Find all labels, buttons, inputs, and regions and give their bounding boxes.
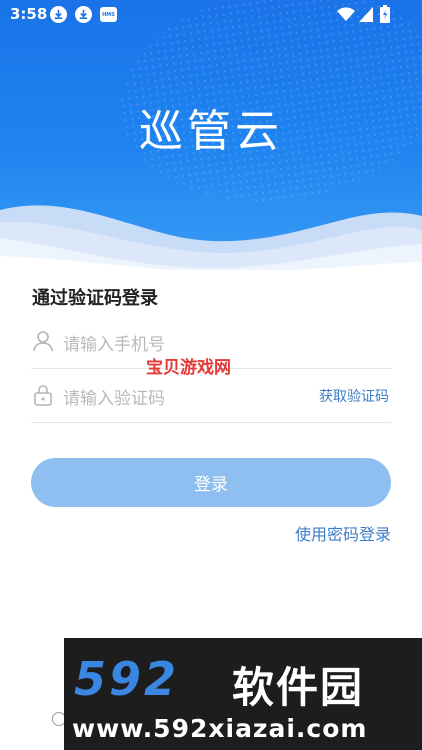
get-code-button[interactable]: 获取验证码 <box>319 386 389 406</box>
lock-icon <box>34 385 52 406</box>
status-bar: 3:58 HMS <box>0 0 422 30</box>
download-icon <box>75 6 92 23</box>
code-input[interactable]: 请输入验证码 <box>63 384 165 409</box>
wifi-icon <box>337 7 355 22</box>
battery-icon <box>380 5 390 23</box>
download-icon <box>50 6 67 23</box>
password-login-link[interactable]: 使用密码登录 <box>295 521 391 545</box>
login-method-title: 通过验证码登录 <box>32 288 158 309</box>
promo-logo-text: 软件园 <box>232 663 365 712</box>
promo-url: www.592xiazai.com <box>72 714 368 743</box>
user-icon <box>33 331 53 352</box>
hms-icon: HMS <box>100 7 117 22</box>
status-time: 3:58 <box>10 5 48 23</box>
phone-input[interactable]: 请输入手机号 <box>63 330 165 355</box>
signal-icon <box>359 7 373 22</box>
app-title: 巡管云 <box>139 106 283 157</box>
login-button[interactable]: 登录 <box>31 458 391 507</box>
header-banner: 3:58 HMS 巡管云 <box>0 0 422 270</box>
watermark-text: 宝贝游戏网 <box>146 358 231 378</box>
promo-banner: 592 软件园 www.592xiazai.com <box>64 638 422 750</box>
promo-logo-number: 592 <box>74 652 180 706</box>
wave-decoration <box>0 205 422 270</box>
